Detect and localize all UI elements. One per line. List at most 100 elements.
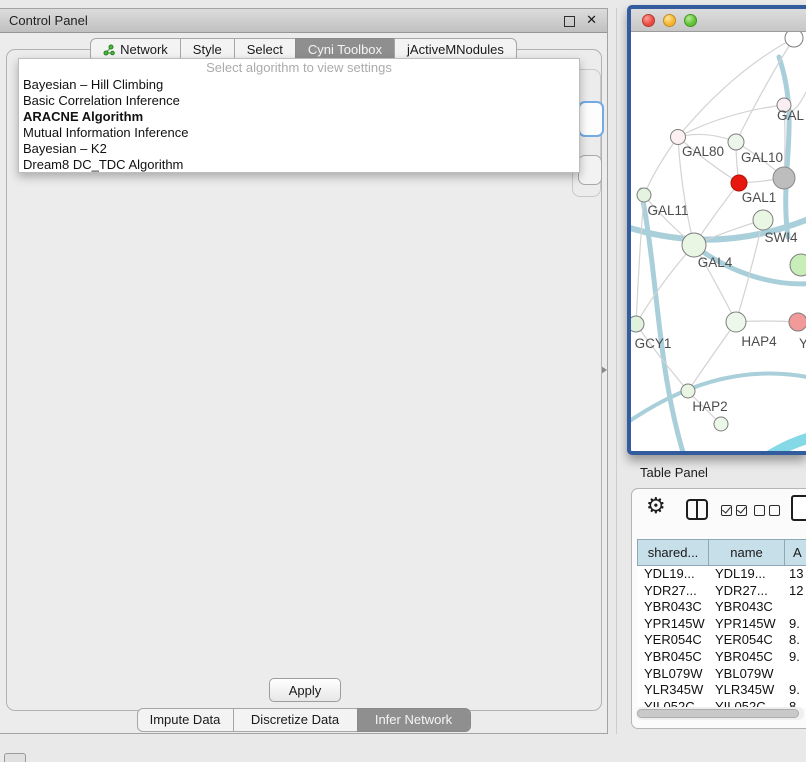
column-header-name[interactable]: name — [709, 540, 785, 565]
node-label: SWI4 — [764, 230, 797, 245]
tab-discretize-data-label: Discretize Data — [251, 709, 339, 731]
table-panel: ⚙ shared... name A YDL19...YDL19...13 YD… — [631, 488, 806, 729]
table-row[interactable]: YDL19...YDL19...13 — [637, 566, 806, 583]
close-traffic-light-icon[interactable] — [642, 14, 655, 27]
network-node-hap4[interactable] — [726, 312, 746, 332]
cell: YPR145W — [637, 616, 708, 633]
algorithm-option[interactable]: Basic Correlation Inference — [19, 93, 579, 109]
table-row[interactable]: YDR27...YDR27...12 — [637, 583, 806, 600]
tab-impute-data[interactable]: Impute Data — [137, 708, 234, 732]
network-node-gcy1[interactable] — [631, 316, 644, 332]
apply-button[interactable]: Apply — [269, 678, 341, 702]
cell: YIL052C — [708, 699, 784, 707]
application-root: Control Panel ✕ Network Style Select — [0, 0, 806, 762]
network-node-hap2[interactable] — [681, 384, 695, 398]
apply-button-label: Apply — [289, 683, 322, 698]
network-node-gal4[interactable] — [682, 233, 706, 257]
table-row[interactable]: YLR345WYLR345W9. — [637, 682, 806, 699]
node-label: GAL80 — [682, 144, 724, 159]
close-icon[interactable]: ✕ — [586, 12, 597, 28]
table-horizontal-scrollbar[interactable] — [636, 707, 804, 720]
tab-infer-network-label: Infer Network — [375, 709, 452, 731]
table-row[interactable]: YPR145WYPR145W9. — [637, 616, 806, 633]
file-icon[interactable] — [791, 495, 806, 521]
select-all-columns-icon[interactable] — [721, 505, 747, 516]
node-label: GAL10 — [741, 150, 783, 165]
node-label: Y — [799, 336, 806, 351]
columns-icon[interactable] — [686, 499, 708, 520]
algorithm-dropdown-list: Select algorithm to view settings Bayesi… — [18, 58, 580, 173]
scrollbar-thumb[interactable] — [637, 709, 799, 718]
cell: YBL079W — [637, 666, 708, 683]
minimize-traffic-light-icon[interactable] — [663, 14, 676, 27]
cell: 13 — [784, 566, 806, 583]
network-canvas[interactable]: GAL GAL80 GAL10 GAL1 GAL11 SWI4 GAL4 GCY… — [631, 32, 806, 454]
node-table: shared... name A YDL19...YDL19...13 YDR2… — [637, 539, 806, 707]
cell: YER054C — [637, 632, 708, 649]
panel-divider — [616, 8, 617, 734]
network-node[interactable] — [785, 32, 803, 47]
table-row[interactable]: YIL052CYIL052C8. — [637, 699, 806, 707]
table-row[interactable]: YBR045CYBR045C9. — [637, 649, 806, 666]
cell: YDR27... — [708, 583, 784, 600]
network-node-swi4[interactable] — [753, 210, 773, 230]
network-node-gray[interactable] — [773, 167, 795, 189]
cell: YBR043C — [637, 599, 708, 616]
table-row[interactable]: YER054CYER054C8. — [637, 632, 806, 649]
cell: YBR045C — [708, 649, 784, 666]
table-row[interactable]: YBR043CYBR043C — [637, 599, 806, 616]
column-header-partial[interactable]: A — [785, 540, 806, 565]
network-icon — [103, 44, 115, 56]
partial-corner-button[interactable] — [4, 753, 26, 762]
table-body[interactable]: YDL19...YDL19...13 YDR27...YDR27...12 YB… — [637, 566, 806, 707]
network-node-gal1[interactable] — [731, 175, 747, 191]
float-window-icon[interactable] — [564, 16, 575, 27]
algorithm-dropdown-placeholder: Select algorithm to view settings — [19, 59, 579, 77]
table-header-row: shared... name A — [637, 539, 806, 566]
control-panel-titlebar[interactable]: Control Panel ✕ — [0, 9, 607, 33]
algorithm-option-selected[interactable]: ARACNE Algorithm — [19, 109, 579, 125]
network-node-gal80[interactable] — [671, 130, 686, 145]
control-panel-window: Control Panel ✕ Network Style Select — [0, 8, 608, 734]
hidden-focused-combobox-fragment — [578, 101, 604, 137]
cell: YDL19... — [637, 566, 708, 583]
algorithm-option[interactable]: Bayesian – Hill Climbing — [19, 77, 579, 93]
column-header-shared-name[interactable]: shared... — [638, 540, 709, 565]
gear-icon[interactable]: ⚙ — [646, 493, 666, 519]
network-graph: GAL GAL80 GAL10 GAL1 GAL11 SWI4 GAL4 GCY… — [631, 32, 806, 454]
algorithm-option[interactable]: Bayesian – K2 — [19, 141, 579, 157]
algorithm-option[interactable]: Mutual Information Inference — [19, 125, 579, 141]
algorithm-option[interactable]: Dream8 DC_TDC Algorithm — [19, 157, 579, 173]
network-window-titlebar[interactable] — [631, 9, 806, 32]
node-label: HAP2 — [692, 399, 727, 414]
cell: YBL079W — [708, 666, 784, 683]
zoom-traffic-light-icon[interactable] — [684, 14, 697, 27]
cell — [784, 599, 806, 616]
cell: YLR345W — [637, 682, 708, 699]
network-node-salmon[interactable] — [789, 313, 806, 331]
network-node-labels: GAL GAL80 GAL10 GAL1 GAL11 SWI4 GAL4 GCY… — [635, 108, 806, 414]
cyni-bottom-tabbar: Impute Data Discretize Data Infer Networ… — [0, 708, 607, 732]
cell: YLR345W — [708, 682, 784, 699]
tab-impute-data-label: Impute Data — [150, 709, 221, 731]
hidden-combobox-fragment — [578, 155, 602, 185]
cell: YPR145W — [708, 616, 784, 633]
cell: 8. — [784, 699, 806, 707]
cell: 9. — [784, 682, 806, 699]
network-node-gal10[interactable] — [728, 134, 744, 150]
table-row[interactable]: YBL079WYBL079W — [637, 666, 806, 683]
tab-infer-network[interactable]: Infer Network — [357, 708, 471, 732]
network-node[interactable] — [714, 417, 728, 431]
cell: YBR045C — [637, 649, 708, 666]
node-label: GAL1 — [742, 190, 777, 205]
node-label: GAL — [777, 108, 805, 123]
table-panel-title: Table Panel — [640, 465, 708, 480]
tab-discretize-data[interactable]: Discretize Data — [233, 708, 358, 732]
network-node[interactable] — [790, 254, 806, 276]
network-node-gal11[interactable] — [637, 188, 651, 202]
network-view-window[interactable]: GAL GAL80 GAL10 GAL1 GAL11 SWI4 GAL4 GCY… — [627, 5, 806, 455]
network-edge-cyan — [749, 434, 806, 454]
deselect-all-columns-icon[interactable] — [754, 505, 780, 516]
cell: 12 — [784, 583, 806, 600]
cell: YER054C — [708, 632, 784, 649]
